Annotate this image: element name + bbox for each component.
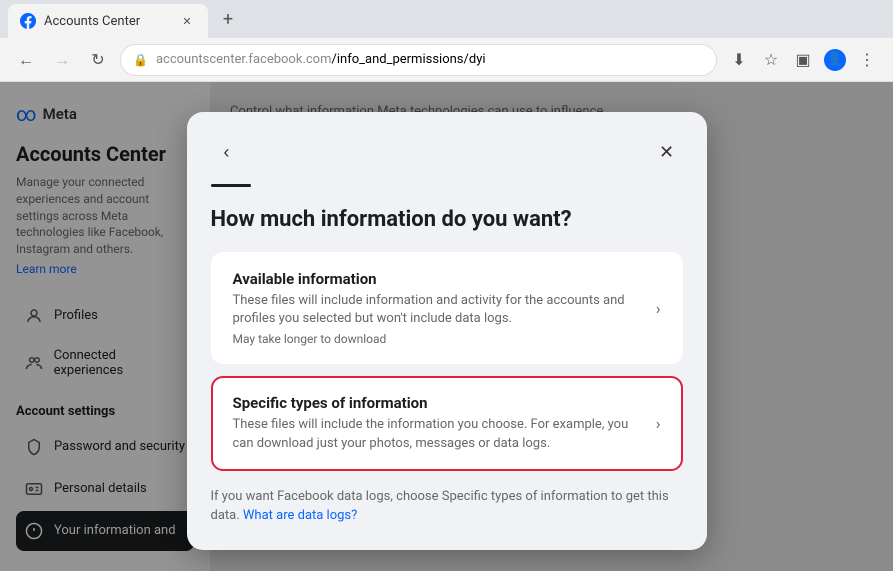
option-available-desc: These files will include information and…: [233, 292, 644, 328]
back-button[interactable]: ←: [12, 46, 40, 74]
data-logs-link[interactable]: What are data logs?: [243, 508, 357, 523]
address-text: accountscenter.facebook.com/info_and_per…: [156, 52, 704, 67]
forward-button[interactable]: →: [48, 46, 76, 74]
tab-bar: Accounts Center ✕ +: [0, 0, 893, 38]
modal-title: How much information do you want?: [211, 207, 683, 232]
back-chevron-icon: ‹: [224, 142, 230, 163]
option-card-available-content: Available information These files will i…: [233, 270, 644, 346]
option-available-subtitle: May take longer to download: [233, 332, 644, 346]
address-bar[interactable]: 🔒 accountscenter.facebook.com/info_and_p…: [120, 44, 717, 76]
download-icon: ⬇: [732, 50, 745, 69]
modal-overlay: ‹ ✕ How much information do you want? Av…: [0, 82, 893, 571]
star-icon: ☆: [764, 50, 778, 69]
browser-frame: Accounts Center ✕ + ← → ↻ 🔒 accountscent…: [0, 0, 893, 571]
bookmark-button[interactable]: ☆: [757, 46, 785, 74]
option-specific-desc: These files will include the information…: [233, 416, 644, 452]
chevron-right-icon: ›: [656, 299, 661, 318]
new-tab-button[interactable]: +: [214, 5, 242, 33]
option-specific-title: Specific types of information: [233, 394, 644, 412]
tab-title: Accounts Center: [44, 14, 170, 29]
forward-icon: →: [54, 50, 70, 70]
close-icon: ✕: [659, 142, 674, 163]
download-page-button[interactable]: ⬇: [725, 46, 753, 74]
navigation-bar: ← → ↻ 🔒 accountscenter.facebook.com/info…: [0, 38, 893, 82]
lock-icon: 🔒: [133, 53, 148, 67]
tab-close-button[interactable]: ✕: [178, 12, 196, 30]
chevron-right-icon-2: ›: [656, 414, 661, 433]
page-content: ∞ Meta Accounts Center Manage your conne…: [0, 82, 893, 571]
refresh-icon: ↻: [91, 50, 104, 69]
modal-header: ‹ ✕: [211, 136, 683, 168]
option-available-title: Available information: [233, 270, 644, 288]
sidebar-toggle-button[interactable]: ▣: [789, 46, 817, 74]
refresh-button[interactable]: ↻: [84, 46, 112, 74]
modal-footer: If you want Facebook data logs, choose S…: [211, 487, 683, 526]
more-options-button[interactable]: ⋮: [853, 46, 881, 74]
modal-dialog: ‹ ✕ How much information do you want? Av…: [187, 112, 707, 550]
browser-tab[interactable]: Accounts Center ✕: [8, 4, 208, 38]
back-icon: ←: [18, 50, 34, 70]
more-icon: ⋮: [859, 50, 875, 69]
modal-close-button[interactable]: ✕: [651, 136, 683, 168]
modal-back-button[interactable]: ‹: [211, 136, 243, 168]
option-card-specific-content: Specific types of information These file…: [233, 394, 644, 452]
nav-actions: ⬇ ☆ ▣ 👤 ⋮: [725, 46, 881, 74]
profile-button[interactable]: 👤: [821, 46, 849, 74]
sidebar-icon: ▣: [795, 50, 810, 69]
modal-divider: [211, 184, 251, 187]
facebook-favicon: [20, 13, 36, 29]
option-card-specific[interactable]: Specific types of information These file…: [211, 376, 683, 470]
address-path: /info_and_permissions/dyi: [332, 52, 486, 67]
option-card-available[interactable]: Available information These files will i…: [211, 252, 683, 364]
address-host: accountscenter.facebook.com: [156, 52, 332, 67]
profile-icon: 👤: [824, 49, 846, 71]
